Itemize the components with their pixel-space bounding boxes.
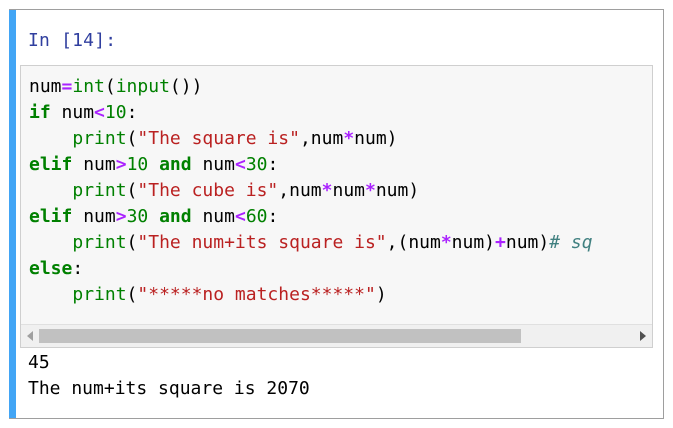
code-token: and	[159, 154, 192, 175]
input-prompt: In [14]:	[28, 30, 117, 51]
code-token: <	[234, 154, 246, 175]
cell-selection-bar	[9, 10, 16, 418]
code-token: "The cube is"	[137, 180, 279, 201]
code-token: (	[126, 128, 138, 149]
code-token: :	[267, 154, 279, 175]
code-token: *	[440, 232, 452, 253]
code-token: num	[72, 154, 116, 175]
code-token: print	[72, 180, 127, 201]
code-block[interactable]: num=int(input()) if num<10: print("The sq…	[29, 74, 593, 308]
code-token: if	[29, 102, 51, 123]
code-token: :	[267, 206, 279, 227]
output-line: The num+its square is 2070	[28, 378, 310, 399]
notebook-cell[interactable]: In [14]: num=int(input()) if num<10: prin…	[9, 9, 664, 419]
code-token: (	[126, 284, 138, 305]
code-token: 30	[245, 154, 268, 175]
code-token: num	[332, 180, 365, 201]
code-token: else	[29, 258, 73, 279]
output-line: 45	[28, 352, 50, 373]
code-token: <	[234, 206, 246, 227]
code-token: <	[94, 102, 105, 123]
code-token: *	[365, 180, 376, 201]
code-token: ,num	[299, 128, 344, 149]
code-token: num)	[354, 128, 398, 149]
code-token: (	[126, 232, 138, 253]
code-token: "*****no matches*****"	[137, 284, 376, 305]
code-token: num)	[451, 232, 496, 253]
scrollbar-thumb[interactable]	[39, 329, 521, 343]
cell-output: 45 The num+its square is 2070	[28, 350, 310, 402]
code-token: 30	[126, 206, 149, 227]
code-token: "The num+its square is"	[137, 232, 387, 253]
code-line: elif num>30 and num<60:	[29, 204, 593, 230]
code-token: *	[321, 180, 333, 201]
code-token: "The square is"	[137, 128, 300, 149]
code-token: num)	[375, 180, 420, 201]
code-token: num	[191, 206, 235, 227]
code-token: num	[72, 206, 116, 227]
code-token: input	[115, 76, 170, 97]
code-token: elif	[29, 206, 73, 227]
code-token: and	[159, 206, 192, 227]
code-token: int	[72, 76, 105, 97]
code-token: print	[72, 128, 127, 149]
code-token: (	[126, 180, 138, 201]
code-token: ,num	[278, 180, 322, 201]
code-line: print("The num+its square is",(num*num)+…	[29, 230, 593, 256]
code-token: num	[191, 154, 235, 175]
scroll-right-arrow-icon[interactable]	[640, 331, 646, 341]
code-token: >	[115, 154, 127, 175]
code-token: ,(num	[386, 232, 441, 253]
code-token: # sq	[549, 232, 593, 253]
code-token: +	[495, 232, 506, 253]
code-token: ())	[169, 76, 203, 97]
code-token: =	[61, 76, 73, 97]
code-token: num	[50, 102, 95, 123]
code-line: print("The square is",num*num)	[29, 126, 593, 152]
code-line: else:	[29, 256, 593, 282]
code-line: print("*****no matches*****")	[29, 282, 593, 308]
code-token: print	[72, 284, 127, 305]
code-line: if num<10:	[29, 100, 593, 126]
code-token: )	[375, 284, 387, 305]
code-line: elif num>10 and num<30:	[29, 152, 593, 178]
code-token: :	[126, 102, 138, 123]
code-line: print("The cube is",num*num*num)	[29, 178, 593, 204]
horizontal-scrollbar[interactable]	[21, 324, 652, 347]
code-token: *	[343, 128, 355, 149]
code-token: 10	[126, 154, 149, 175]
code-token: 10	[104, 102, 127, 123]
code-line: num=int(input())	[29, 74, 593, 100]
code-token: 60	[245, 206, 268, 227]
code-token: >	[115, 206, 127, 227]
code-token: num	[29, 76, 62, 97]
code-token: elif	[29, 154, 73, 175]
code-editor[interactable]: num=int(input()) if num<10: print("The sq…	[20, 65, 653, 348]
code-token: num)	[505, 232, 550, 253]
code-token: print	[72, 232, 127, 253]
scroll-left-arrow-icon[interactable]	[27, 331, 33, 341]
code-token: (	[104, 76, 116, 97]
code-token: :	[72, 258, 84, 279]
